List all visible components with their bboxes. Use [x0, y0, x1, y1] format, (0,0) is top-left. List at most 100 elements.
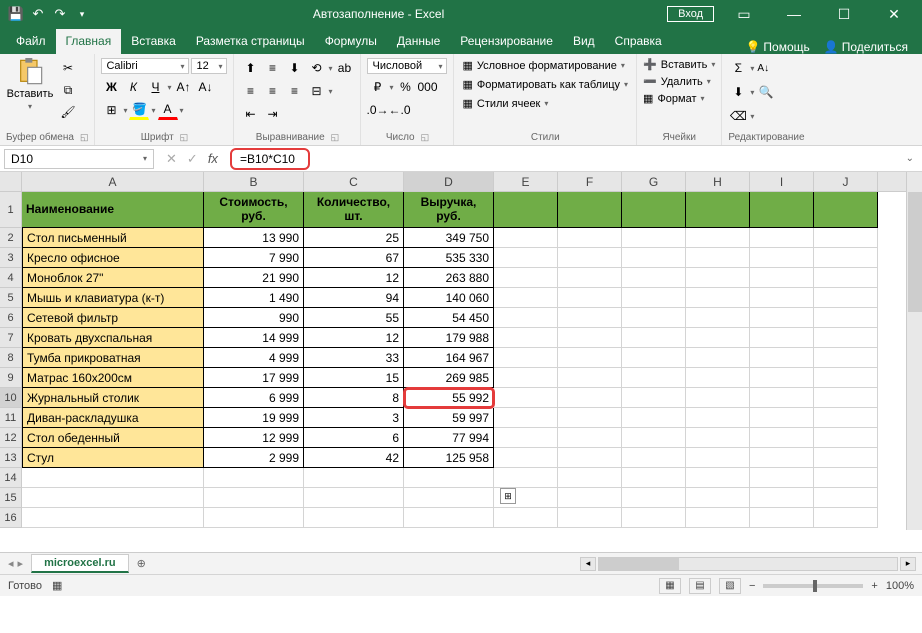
- cell[interactable]: 94: [304, 288, 404, 308]
- new-sheet-icon[interactable]: ⊕: [129, 557, 154, 570]
- decrease-indent-icon[interactable]: ⇤: [240, 104, 260, 124]
- format-painter-icon[interactable]: 🖌: [58, 102, 78, 122]
- row-header[interactable]: 6: [0, 308, 22, 328]
- cancel-formula-icon[interactable]: ✕: [166, 151, 177, 167]
- decrease-font-icon[interactable]: A↓: [195, 77, 215, 97]
- cell[interactable]: 42: [304, 448, 404, 468]
- header-cell[interactable]: Наименование: [22, 192, 204, 228]
- paste-button[interactable]: Вставить ▾: [6, 58, 54, 111]
- cell[interactable]: 67: [304, 248, 404, 268]
- tab-formulas[interactable]: Формулы: [315, 29, 387, 54]
- zoom-in-icon[interactable]: +: [871, 580, 877, 592]
- tab-layout[interactable]: Разметка страницы: [186, 29, 315, 54]
- zoom-level[interactable]: 100%: [886, 580, 914, 592]
- cell[interactable]: Стол обеденный: [22, 428, 204, 448]
- row-header[interactable]: 2: [0, 228, 22, 248]
- sheet-tab[interactable]: microexcel.ru: [31, 554, 129, 573]
- expand-formula-icon[interactable]: ⌄: [898, 153, 922, 164]
- col-header[interactable]: B: [204, 172, 304, 191]
- cell[interactable]: Кресло офисное: [22, 248, 204, 268]
- row-header[interactable]: 13: [0, 448, 22, 468]
- tab-file[interactable]: Файл: [6, 29, 56, 54]
- align-right-icon[interactable]: ≡: [284, 81, 304, 101]
- col-header[interactable]: A: [22, 172, 204, 191]
- dialog-launcher-icon[interactable]: ◱: [80, 132, 89, 143]
- header-cell[interactable]: Количество, шт.: [304, 192, 404, 228]
- cell[interactable]: 54 450: [404, 308, 494, 328]
- col-header[interactable]: D: [404, 172, 494, 191]
- cell[interactable]: Стул: [22, 448, 204, 468]
- align-top-icon[interactable]: ⬆: [240, 58, 260, 78]
- cell[interactable]: Стол письменный: [22, 228, 204, 248]
- col-header[interactable]: I: [750, 172, 814, 191]
- row-header[interactable]: 3: [0, 248, 22, 268]
- percent-icon[interactable]: %: [396, 77, 416, 97]
- tab-help[interactable]: Справка: [605, 29, 672, 54]
- number-format-combo[interactable]: Числовой▾: [367, 58, 447, 74]
- cell[interactable]: 1 490: [204, 288, 304, 308]
- cell[interactable]: Мышь и клавиатура (к-т): [22, 288, 204, 308]
- cell[interactable]: 164 967: [404, 348, 494, 368]
- cell[interactable]: 535 330: [404, 248, 494, 268]
- font-name-combo[interactable]: Calibri▾: [101, 58, 189, 74]
- autofill-options-icon[interactable]: ⊞: [500, 488, 516, 504]
- dialog-launcher-icon[interactable]: ◱: [180, 132, 189, 143]
- cell[interactable]: 2 999: [204, 448, 304, 468]
- bold-button[interactable]: Ж: [101, 77, 121, 97]
- borders-icon[interactable]: ⊞: [101, 100, 121, 120]
- merge-icon[interactable]: ⊟: [306, 81, 326, 101]
- dialog-launcher-icon[interactable]: ◱: [421, 132, 430, 143]
- cell[interactable]: 263 880: [404, 268, 494, 288]
- cell[interactable]: Матрас 160х200см: [22, 368, 204, 388]
- cell[interactable]: 13 990: [204, 228, 304, 248]
- horizontal-scrollbar[interactable]: [598, 557, 898, 571]
- decrease-decimal-icon[interactable]: ←.0: [389, 100, 409, 120]
- row-header[interactable]: 12: [0, 428, 22, 448]
- header-cell[interactable]: Выручка, руб.: [404, 192, 494, 228]
- underline-button[interactable]: Ч: [145, 77, 165, 97]
- cell[interactable]: 59 997: [404, 408, 494, 428]
- tell-me-button[interactable]: 💡Помощь: [741, 40, 813, 54]
- cell[interactable]: 21 990: [204, 268, 304, 288]
- close-icon[interactable]: ✕: [874, 0, 914, 28]
- tab-view[interactable]: Вид: [563, 29, 605, 54]
- signin-button[interactable]: Вход: [667, 6, 714, 22]
- row-header[interactable]: 1: [0, 192, 22, 228]
- cell-styles-button[interactable]: ▦Стили ячеек▾: [460, 96, 630, 111]
- delete-cells-button[interactable]: ➖Удалить▾: [643, 75, 715, 88]
- cell-selected[interactable]: 55 992: [404, 388, 494, 408]
- cell[interactable]: 8: [304, 388, 404, 408]
- page-layout-view-icon[interactable]: ▤: [689, 578, 711, 594]
- row-header[interactable]: 8: [0, 348, 22, 368]
- dialog-launcher-icon[interactable]: ◱: [331, 132, 340, 143]
- increase-font-icon[interactable]: A↑: [173, 77, 193, 97]
- align-left-icon[interactable]: ≡: [240, 81, 260, 101]
- sort-filter-icon[interactable]: A↓: [756, 58, 770, 78]
- ribbon-options-icon[interactable]: ▭: [724, 0, 764, 28]
- find-icon[interactable]: 🔍: [756, 82, 776, 102]
- autosum-icon[interactable]: Σ: [728, 58, 748, 78]
- cell[interactable]: 125 958: [404, 448, 494, 468]
- cut-icon[interactable]: ✂: [58, 58, 78, 78]
- insert-cells-button[interactable]: ➕Вставить▾: [643, 58, 715, 71]
- zoom-out-icon[interactable]: −: [749, 580, 755, 592]
- save-icon[interactable]: 💾: [8, 6, 24, 22]
- fx-icon[interactable]: fx: [208, 151, 218, 167]
- clear-icon[interactable]: ⌫: [728, 106, 748, 126]
- qat-customize-icon[interactable]: ▾: [74, 6, 90, 22]
- col-header[interactable]: E: [494, 172, 558, 191]
- cell[interactable]: Журнальный столик: [22, 388, 204, 408]
- tab-home[interactable]: Главная: [56, 29, 122, 54]
- cell[interactable]: 33: [304, 348, 404, 368]
- row-header[interactable]: 5: [0, 288, 22, 308]
- row-header[interactable]: 10: [0, 388, 22, 408]
- row-header[interactable]: 9: [0, 368, 22, 388]
- row-header[interactable]: 15: [0, 488, 22, 508]
- format-as-table-button[interactable]: ▦Форматировать как таблицу▾: [460, 77, 630, 92]
- col-header[interactable]: G: [622, 172, 686, 191]
- italic-button[interactable]: К: [123, 77, 143, 97]
- cell[interactable]: 15: [304, 368, 404, 388]
- maximize-icon[interactable]: ☐: [824, 0, 864, 28]
- align-middle-icon[interactable]: ≡: [262, 58, 282, 78]
- sheet-nav-next-icon[interactable]: ▸: [18, 557, 24, 570]
